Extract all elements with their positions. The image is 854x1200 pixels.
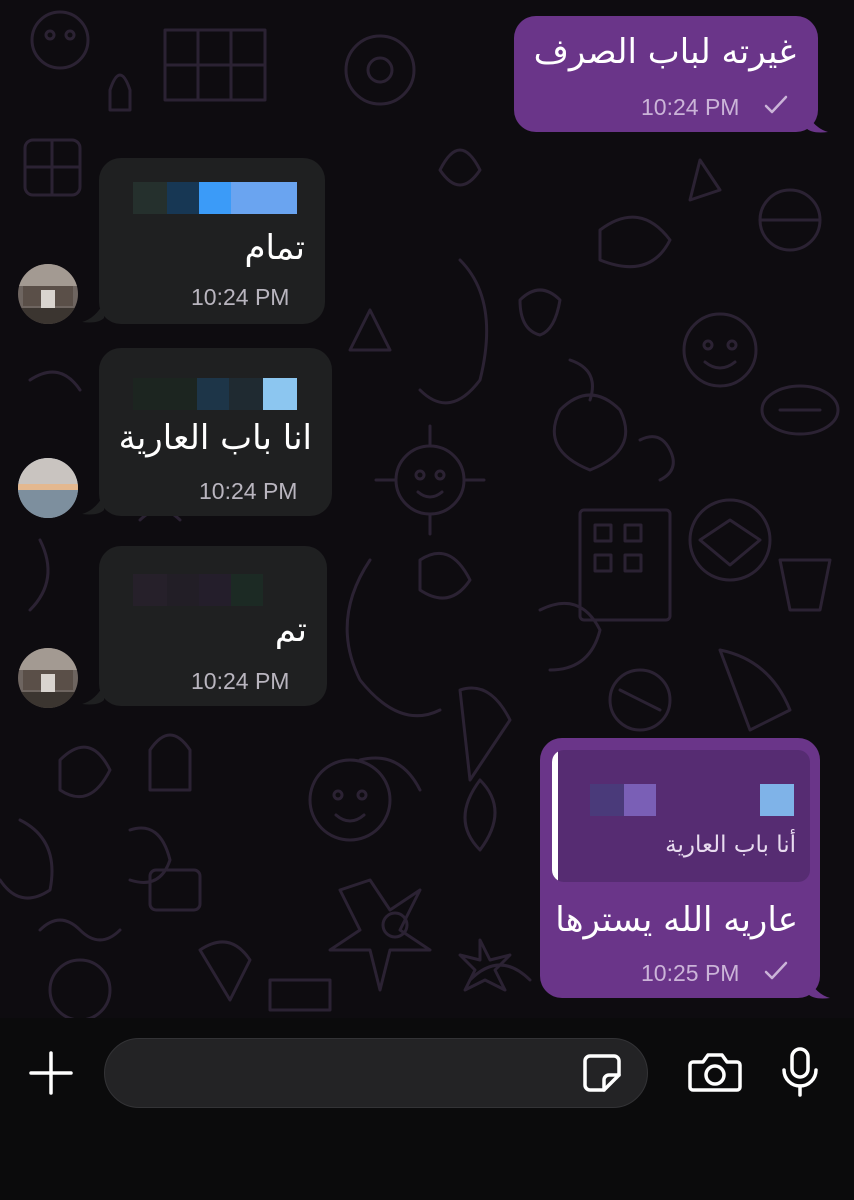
bubble-tail bbox=[808, 978, 830, 999]
message-input[interactable] bbox=[104, 1038, 648, 1108]
chat-area[interactable]: غيرته لباب الصرف 10:24 PM تمام 10:24 PM bbox=[0, 0, 854, 1018]
bubble-tail bbox=[82, 494, 104, 515]
message-time: 10:25 PM bbox=[641, 960, 740, 986]
incoming-message-bubble[interactable]: انا باب العارية 10:24 PM bbox=[99, 348, 332, 516]
sent-check-icon bbox=[764, 95, 788, 114]
incoming-message-bubble[interactable]: تم 10:24 PM bbox=[99, 546, 327, 706]
message-text: عاريه الله يسترها bbox=[555, 900, 798, 940]
incoming-message-bubble[interactable]: تمام 10:24 PM bbox=[99, 158, 325, 324]
camera-icon[interactable] bbox=[688, 1050, 742, 1094]
sent-check-icon bbox=[764, 961, 788, 980]
message-time: 10:24 PM bbox=[641, 94, 740, 120]
avatar[interactable] bbox=[18, 458, 78, 518]
message-text: انا باب العارية bbox=[118, 418, 312, 458]
message-time: 10:24 PM bbox=[191, 668, 290, 694]
outgoing-message-bubble[interactable]: غيرته لباب الصرف 10:24 PM bbox=[514, 16, 818, 132]
quoted-message-text: أنا باب العارية bbox=[665, 832, 796, 858]
message-text: تم bbox=[274, 610, 307, 650]
message-text: غيرته لباب الصرف bbox=[533, 32, 796, 72]
message-time: 10:24 PM bbox=[199, 478, 298, 504]
sender-name-redacted bbox=[133, 182, 297, 214]
sticker-icon[interactable] bbox=[582, 1053, 622, 1093]
bubble-tail bbox=[806, 112, 828, 133]
sender-name-redacted bbox=[133, 574, 297, 606]
message-text: تمام bbox=[244, 228, 305, 268]
bubble-tail bbox=[82, 302, 104, 323]
quoted-message[interactable]: أنا باب العارية bbox=[552, 750, 810, 882]
avatar[interactable] bbox=[18, 648, 78, 708]
bubble-tail bbox=[82, 684, 104, 705]
sender-name-redacted bbox=[590, 784, 794, 816]
plus-icon[interactable] bbox=[28, 1050, 74, 1096]
avatar[interactable] bbox=[18, 264, 78, 324]
outgoing-reply-message-bubble[interactable]: أنا باب العارية عاريه الله يسترها 10:25 … bbox=[540, 738, 820, 998]
message-time: 10:24 PM bbox=[191, 284, 290, 310]
microphone-icon[interactable] bbox=[780, 1046, 820, 1098]
sender-name-redacted bbox=[133, 378, 297, 410]
quote-bar bbox=[552, 750, 558, 882]
